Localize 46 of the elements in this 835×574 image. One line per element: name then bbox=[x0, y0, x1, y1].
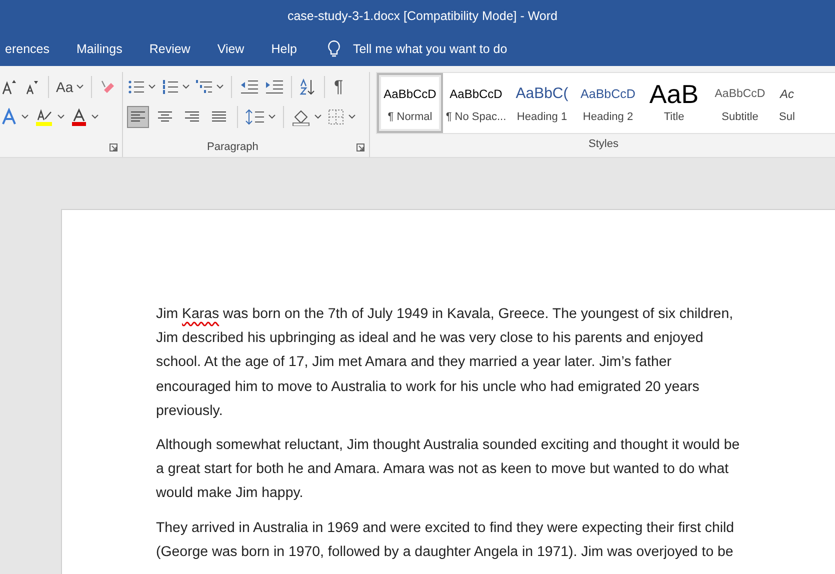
lightbulb-icon bbox=[326, 40, 341, 58]
tell-me-field[interactable]: Tell me what you want to do bbox=[326, 40, 535, 58]
caret-icon[interactable] bbox=[57, 114, 65, 120]
dialog-launcher-icon[interactable] bbox=[356, 142, 365, 152]
sort-icon[interactable] bbox=[299, 78, 317, 96]
paint-bucket-icon[interactable] bbox=[291, 108, 311, 126]
caret-icon[interactable] bbox=[76, 84, 84, 90]
text-effects-icon[interactable] bbox=[0, 108, 18, 126]
line-spacing-icon[interactable] bbox=[245, 108, 265, 126]
group-label: Styles bbox=[588, 138, 618, 150]
bullets-icon[interactable] bbox=[127, 78, 145, 96]
increase-indent-icon[interactable] bbox=[264, 78, 284, 96]
justify-icon bbox=[211, 110, 227, 124]
caret-icon[interactable] bbox=[348, 114, 356, 120]
grow-font-icon[interactable] bbox=[0, 78, 18, 96]
caret-icon[interactable] bbox=[216, 84, 224, 90]
ribbon-tab[interactable]: Mailings bbox=[65, 38, 134, 60]
caret-icon[interactable] bbox=[91, 114, 99, 120]
body-paragraph: Although somewhat reluctant, Jim thought Australia sounded exciting and thought it would be a great start for both he and Amara. Amara was not as keen to move but wanted to do what would make Jim happy. bbox=[156, 436, 741, 504]
font-color-icon[interactable] bbox=[70, 108, 88, 126]
ribbon-tab[interactable]: erences bbox=[0, 38, 60, 60]
change-case-button[interactable]: Aa bbox=[56, 79, 74, 95]
highlighter-icon[interactable] bbox=[34, 108, 54, 126]
window-title: case-study-3-1.docx [Compatibility Mode] - Word bbox=[287, 9, 558, 23]
caret-icon[interactable] bbox=[148, 84, 156, 90]
alignment-button[interactable] bbox=[127, 106, 149, 128]
decrease-indent-icon[interactable] bbox=[239, 78, 259, 96]
body-paragraph: They arrived in Australia in 1969 and were excited to find they were expecting their first child (George was born in 1970, followed by a daughter Angela in 1971). Jim was overjoyed to be bbox=[156, 518, 736, 562]
style-option[interactable]: AaBbCcD ¶ Normal bbox=[377, 73, 443, 133]
caret-icon[interactable] bbox=[182, 84, 190, 90]
caret-icon[interactable] bbox=[314, 114, 322, 120]
ribbon-tab[interactable]: View bbox=[206, 38, 256, 60]
show-formatting-button[interactable]: ¶ bbox=[332, 77, 346, 97]
ribbon-tab[interactable]: Help bbox=[260, 38, 308, 60]
align-right-icon bbox=[184, 110, 200, 124]
ribbon-tab[interactable]: Review bbox=[138, 38, 202, 60]
multilevel-list-icon[interactable] bbox=[195, 78, 213, 96]
group-label: Paragraph bbox=[207, 141, 258, 153]
numbering-icon[interactable] bbox=[161, 78, 179, 96]
align-center-icon bbox=[157, 110, 173, 124]
align-left-icon bbox=[130, 110, 146, 124]
body-paragraph: Jim Karas was born on the 7th of July 1949 in Kavala, Greece. The youngest of six children, Jim described his upbringing as ideal and he was very close to his parents and enjoyed school. At the age of 17, Jim met Amara and they married a year later. Jim’s father encouraged him to move to Australia to work for his uncle who had emigrated 20 years previously. bbox=[156, 305, 734, 421]
dialog-launcher-icon[interactable] bbox=[109, 142, 118, 152]
borders-icon[interactable] bbox=[327, 108, 345, 126]
caret-icon[interactable] bbox=[268, 114, 276, 120]
caret-icon[interactable] bbox=[21, 114, 29, 120]
